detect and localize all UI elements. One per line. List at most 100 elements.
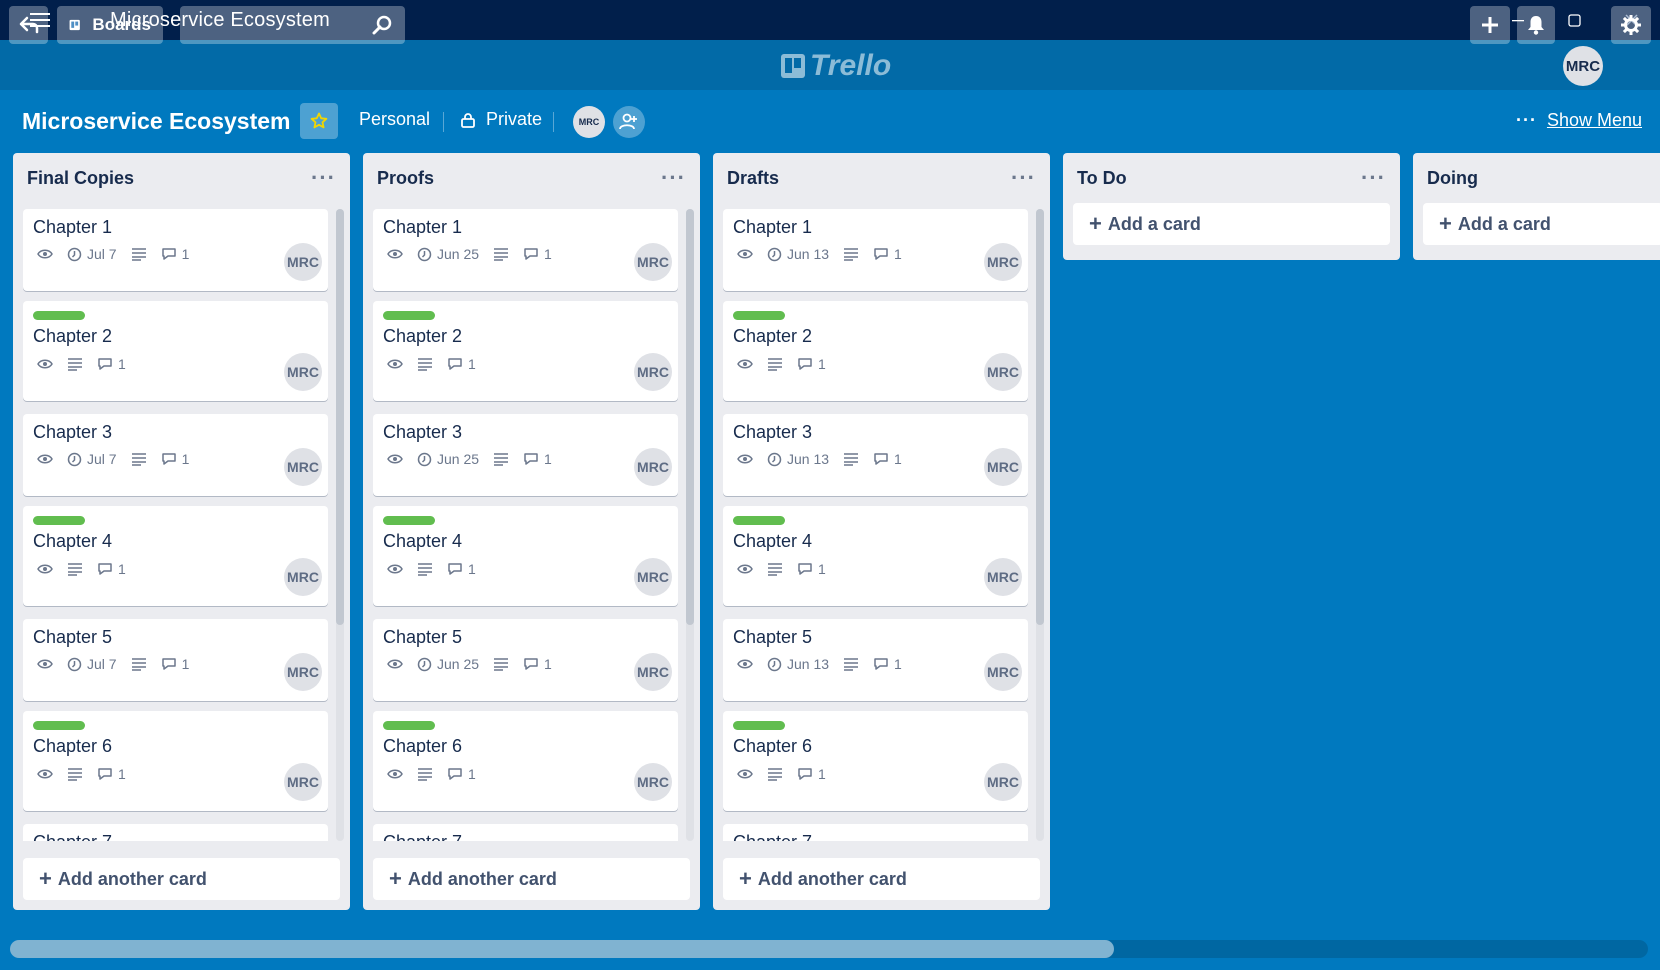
list-header[interactable]: Drafts ··· xyxy=(713,153,1050,203)
green-label[interactable] xyxy=(383,516,435,525)
team-button[interactable]: Personal xyxy=(359,109,430,130)
card-member-avatar[interactable]: MRC xyxy=(984,243,1022,281)
board-member-avatar[interactable]: MRC xyxy=(573,106,605,138)
list-header[interactable]: To Do ··· xyxy=(1063,153,1400,203)
add-another-card-button[interactable]: + Add another card xyxy=(723,858,1040,900)
card-member-avatar[interactable]: MRC xyxy=(634,558,672,596)
back-button[interactable] xyxy=(9,6,48,44)
list-doing: Doing + Add a card xyxy=(1413,153,1660,260)
card[interactable]: Chapter 6 1 MRC xyxy=(723,711,1028,811)
create-button[interactable] xyxy=(1470,6,1510,44)
card[interactable]: Chapter 4 1 MRC xyxy=(723,506,1028,606)
card[interactable]: Chapter 1 Jun 25 1 MRC xyxy=(373,209,678,291)
card-title: Chapter 5 xyxy=(733,627,813,647)
list-title[interactable]: Proofs xyxy=(377,168,434,189)
card-member-avatar[interactable]: MRC xyxy=(284,763,322,801)
card[interactable]: Chapter 7 xyxy=(723,824,1028,841)
card-member-avatar[interactable]: MRC xyxy=(634,243,672,281)
card[interactable]: Chapter 4 1 MRC xyxy=(373,506,678,606)
notifications-button[interactable] xyxy=(1517,6,1555,44)
card[interactable]: Chapter 1 Jun 13 1 MRC xyxy=(723,209,1028,291)
list-menu-icon[interactable]: ··· xyxy=(311,167,336,189)
scrollbar-thumb[interactable] xyxy=(336,209,344,625)
list-title[interactable]: Final Copies xyxy=(27,168,134,189)
card[interactable]: Chapter 6 1 MRC xyxy=(373,711,678,811)
add-another-card-button[interactable]: + Add another card xyxy=(23,858,340,900)
clock-icon xyxy=(767,657,782,671)
board-horizontal-scrollbar[interactable] xyxy=(10,940,1648,958)
scrollbar-thumb[interactable] xyxy=(686,209,694,625)
card-member-avatar[interactable]: MRC xyxy=(984,353,1022,391)
card[interactable]: Chapter 2 1 MRC xyxy=(373,301,678,401)
invite-button[interactable] xyxy=(613,106,645,138)
add-another-card-button[interactable]: + Add another card xyxy=(373,858,690,900)
card[interactable]: Chapter 4 1 MRC xyxy=(23,506,328,606)
list-scrollbar[interactable] xyxy=(686,209,694,841)
scrollbar-thumb[interactable] xyxy=(1036,209,1044,625)
board-title[interactable]: Microservice Ecosystem xyxy=(22,108,291,135)
card-member-avatar[interactable]: MRC xyxy=(984,653,1022,691)
list-menu-icon[interactable]: ··· xyxy=(661,167,686,189)
scrollbar-thumb[interactable] xyxy=(10,940,1114,958)
card[interactable]: Chapter 3 Jun 25 1 MRC xyxy=(373,414,678,496)
card[interactable]: Chapter 1 Jul 7 1 MRC xyxy=(23,209,328,291)
green-label[interactable] xyxy=(383,311,435,320)
list-title[interactable]: Drafts xyxy=(727,168,779,189)
card-member-avatar[interactable]: MRC xyxy=(634,763,672,801)
plus-icon: + xyxy=(739,866,752,891)
comment-icon xyxy=(524,248,538,260)
search-icon xyxy=(372,15,392,35)
card-member-avatar[interactable]: MRC xyxy=(984,558,1022,596)
green-label[interactable] xyxy=(733,721,785,730)
trello-logo[interactable]: Trello xyxy=(780,49,891,83)
show-menu-button[interactable]: ··· Show Menu xyxy=(1516,110,1642,131)
green-label[interactable] xyxy=(33,311,85,320)
boards-button[interactable]: Boards xyxy=(57,6,163,44)
card-member-avatar[interactable]: MRC xyxy=(634,448,672,486)
visibility-button[interactable]: Private xyxy=(460,109,542,130)
card[interactable]: Chapter 3 Jul 7 1 MRC xyxy=(23,414,328,496)
list-menu-icon[interactable]: ··· xyxy=(1361,167,1386,189)
green-label[interactable] xyxy=(33,516,85,525)
card-member-avatar[interactable]: MRC xyxy=(284,353,322,391)
card-title: Chapter 7 xyxy=(733,832,812,841)
card[interactable]: Chapter 7 xyxy=(373,824,678,841)
card[interactable]: Chapter 5 Jun 25 1 MRC xyxy=(373,619,678,701)
card[interactable]: Chapter 5 Jul 7 1 MRC xyxy=(23,619,328,701)
green-label[interactable] xyxy=(733,516,785,525)
card-member-avatar[interactable]: MRC xyxy=(634,653,672,691)
add-card-button[interactable]: + Add a card xyxy=(1423,203,1660,245)
list-header[interactable]: Doing xyxy=(1413,153,1660,203)
list-header[interactable]: Final Copies ··· xyxy=(13,153,350,203)
card[interactable]: Chapter 7 xyxy=(23,824,328,841)
user-avatar[interactable]: MRC xyxy=(1563,46,1603,86)
due-date-badge: Jun 13 xyxy=(767,656,829,672)
green-label[interactable] xyxy=(733,311,785,320)
card-member-avatar[interactable]: MRC xyxy=(284,653,322,691)
green-label[interactable] xyxy=(383,721,435,730)
card-member-avatar[interactable]: MRC xyxy=(984,763,1022,801)
card[interactable]: Chapter 2 1 MRC xyxy=(723,301,1028,401)
card-member-avatar[interactable]: MRC xyxy=(284,558,322,596)
card-member-avatar[interactable]: MRC xyxy=(284,243,322,281)
card-member-avatar[interactable]: MRC xyxy=(634,353,672,391)
card[interactable]: Chapter 5 Jun 13 1 MRC xyxy=(723,619,1028,701)
watch-icon xyxy=(37,454,53,464)
green-label[interactable] xyxy=(33,721,85,730)
search-input[interactable] xyxy=(180,6,405,44)
add-card-button[interactable]: + Add a card xyxy=(1073,203,1390,245)
list-title[interactable]: To Do xyxy=(1077,168,1127,189)
card-member-avatar[interactable]: MRC xyxy=(284,448,322,486)
list-scrollbar[interactable] xyxy=(336,209,344,841)
watch-icon xyxy=(387,359,403,369)
settings-button[interactable] xyxy=(1611,6,1651,44)
list-menu-icon[interactable]: ··· xyxy=(1011,167,1036,189)
list-title[interactable]: Doing xyxy=(1427,168,1478,189)
card[interactable]: Chapter 3 Jun 13 1 MRC xyxy=(723,414,1028,496)
list-header[interactable]: Proofs ··· xyxy=(363,153,700,203)
card[interactable]: Chapter 2 1 MRC xyxy=(23,301,328,401)
card-member-avatar[interactable]: MRC xyxy=(984,448,1022,486)
star-button[interactable] xyxy=(300,103,338,139)
card[interactable]: Chapter 6 1 MRC xyxy=(23,711,328,811)
list-scrollbar[interactable] xyxy=(1036,209,1044,841)
